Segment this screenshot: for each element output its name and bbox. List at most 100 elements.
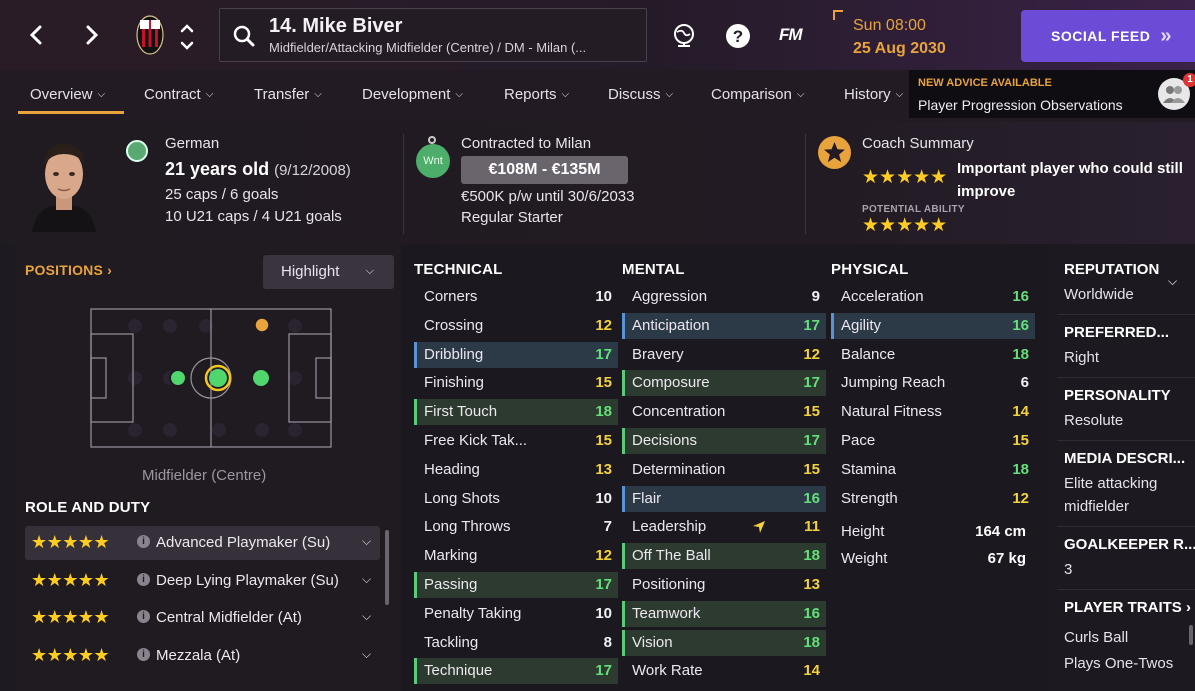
- highlight-bar: [622, 370, 625, 397]
- role-row[interactable]: ★★★★★ i Mezzala (At) ⌵: [25, 639, 380, 673]
- attribute-row[interactable]: Technique 17: [414, 658, 618, 685]
- chevron-down-icon[interactable]: ⌵: [362, 609, 371, 624]
- tab-discuss[interactable]: Discuss ⌵: [608, 86, 673, 103]
- roles-scrollbar[interactable]: [385, 530, 389, 605]
- attribute-row[interactable]: Agility 16: [831, 312, 1035, 339]
- attribute-row[interactable]: Marking 12: [414, 543, 618, 569]
- attribute-row[interactable]: Natural Fitness 14: [831, 399, 1035, 425]
- attribute-row[interactable]: Off The Ball 18: [622, 543, 826, 570]
- nationality: German: [165, 135, 220, 152]
- attribute-value: 13: [595, 460, 612, 478]
- attribute-row[interactable]: Long Throws 7: [414, 514, 618, 540]
- tab-reports[interactable]: Reports ⌵: [504, 86, 569, 103]
- tab-overview[interactable]: Overview ⌵: [30, 86, 105, 103]
- attribute-row[interactable]: Anticipation 17: [622, 312, 826, 339]
- wanted-badge[interactable]: Wnt: [416, 144, 450, 178]
- weight-row: Weight 67 kg: [831, 546, 1031, 570]
- attribute-name: Teamwork: [632, 604, 701, 622]
- attribute-value: 6: [1020, 374, 1029, 392]
- attribute-row[interactable]: Strength 12: [831, 486, 1035, 512]
- highlight-bar: [414, 658, 417, 685]
- preferred-foot-value: Right: [1064, 349, 1100, 366]
- attribute-row[interactable]: Teamwork 16: [622, 600, 826, 627]
- role-row[interactable]: ★★★★★ i Deep Lying Playmaker (Su) ⌵: [25, 564, 380, 598]
- attribute-value: 7: [603, 518, 612, 536]
- info-icon[interactable]: i: [137, 535, 150, 548]
- chevron-down-icon[interactable]: ⌵: [362, 534, 371, 549]
- attribute-row[interactable]: Long Shots 10: [414, 486, 618, 512]
- highlight-bar: [414, 428, 417, 454]
- attribute-row[interactable]: Crossing 12: [414, 313, 618, 339]
- role-row[interactable]: ★★★★★ i Central Midfielder (At) ⌵: [25, 601, 380, 635]
- personality-title: PERSONALITY: [1064, 387, 1171, 404]
- tab-transfer[interactable]: Transfer ⌵: [254, 86, 322, 103]
- attribute-progress-arrow-icon: [752, 520, 766, 538]
- attribute-name: Balance: [841, 345, 896, 363]
- globe-icon[interactable]: [670, 22, 698, 50]
- attribute-row[interactable]: Passing 17: [414, 572, 618, 598]
- weight-label: Weight: [841, 550, 888, 567]
- attribute-row[interactable]: Decisions 17: [622, 428, 826, 454]
- highlight-dropdown[interactable]: Highlight ⌵: [263, 255, 394, 289]
- attribute-row[interactable]: Composure 17: [622, 370, 826, 397]
- position-pitch[interactable]: [90, 308, 332, 448]
- attribute-name: Tackling: [424, 633, 479, 651]
- attribute-row[interactable]: Concentration 15: [622, 399, 826, 425]
- germany-flag-icon[interactable]: [126, 140, 148, 162]
- attribute-row[interactable]: Bravery 12: [622, 342, 826, 368]
- info-icon[interactable]: i: [137, 648, 150, 661]
- attribute-row[interactable]: Vision 18: [622, 629, 826, 656]
- attribute-row[interactable]: Tackling 8: [414, 630, 618, 656]
- help-icon[interactable]: ?: [724, 22, 752, 50]
- attribute-row[interactable]: Positioning 13: [622, 572, 826, 598]
- attribute-name: Flair: [632, 489, 662, 507]
- attribute-row[interactable]: Finishing 15: [414, 370, 618, 396]
- transfer-value-pill[interactable]: €108M - €135M: [461, 156, 628, 184]
- date-display[interactable]: Sun 08:00 25 Aug 2030: [833, 10, 983, 62]
- attribute-row[interactable]: First Touch 18: [414, 399, 618, 426]
- attribute-value: 18: [803, 633, 820, 651]
- attribute-value: 15: [803, 460, 820, 478]
- tab-contract[interactable]: Contract ⌵: [144, 86, 213, 103]
- attribute-row[interactable]: Determination 15: [622, 457, 826, 483]
- role-row[interactable]: ★★★★★ i Advanced Playmaker (Su) ⌵: [25, 526, 380, 560]
- attribute-row[interactable]: Leadership 11: [622, 514, 826, 540]
- tab-comparison[interactable]: Comparison ⌵: [711, 86, 804, 103]
- fm-logo[interactable]: FM: [779, 25, 803, 45]
- social-feed-button[interactable]: SOCIAL FEED »: [1021, 10, 1195, 62]
- advice-notification[interactable]: NEW ADVICE AVAILABLE Player Progression …: [909, 70, 1195, 118]
- back-arrow-icon[interactable]: [24, 20, 48, 50]
- attribute-row[interactable]: Corners 10: [414, 284, 618, 310]
- player-switch-updown-icon[interactable]: [178, 20, 196, 54]
- attribute-row[interactable]: Balance 18: [831, 342, 1035, 368]
- tab-history[interactable]: History ⌵: [844, 86, 903, 103]
- attribute-row[interactable]: Heading 13: [414, 457, 618, 483]
- club-crest-icon[interactable]: [136, 15, 164, 55]
- attribute-row[interactable]: Penalty Taking 10: [414, 601, 618, 627]
- chevron-down-icon[interactable]: ⌵: [362, 647, 371, 662]
- chevron-down-icon[interactable]: ⌵: [1168, 274, 1177, 289]
- attribute-row[interactable]: Acceleration 16: [831, 284, 1035, 310]
- attribute-row[interactable]: Flair 16: [622, 485, 826, 512]
- attribute-row[interactable]: Pace 15: [831, 428, 1035, 454]
- info-icon[interactable]: i: [137, 610, 150, 623]
- tab-development[interactable]: Development ⌵: [362, 86, 463, 103]
- tab-label: Discuss: [608, 86, 661, 103]
- positions-title[interactable]: POSITIONS ›: [25, 262, 112, 278]
- attribute-row[interactable]: Free Kick Tak... 15: [414, 428, 618, 454]
- side-info-panel: [1046, 244, 1195, 691]
- attribute-row[interactable]: Dribbling 17: [414, 341, 618, 368]
- attribute-row[interactable]: Aggression 9: [622, 284, 826, 310]
- attribute-row[interactable]: Work Rate 14: [622, 658, 826, 684]
- attribute-row[interactable]: Stamina 18: [831, 457, 1035, 483]
- traits-scrollbar[interactable]: [1189, 625, 1193, 645]
- info-icon[interactable]: i: [137, 573, 150, 586]
- player-traits-title[interactable]: PLAYER TRAITS ›: [1064, 599, 1191, 616]
- attribute-name: Bravery: [632, 345, 684, 363]
- player-search-box[interactable]: 14. Mike Biver Midfielder/Attacking Midf…: [219, 8, 647, 62]
- search-icon[interactable]: [232, 24, 256, 48]
- attribute-row[interactable]: Jumping Reach 6: [831, 370, 1035, 396]
- chevron-down-icon[interactable]: ⌵: [362, 572, 371, 587]
- media-description-line-2: midfielder: [1064, 498, 1130, 515]
- forward-arrow-icon[interactable]: [80, 20, 104, 50]
